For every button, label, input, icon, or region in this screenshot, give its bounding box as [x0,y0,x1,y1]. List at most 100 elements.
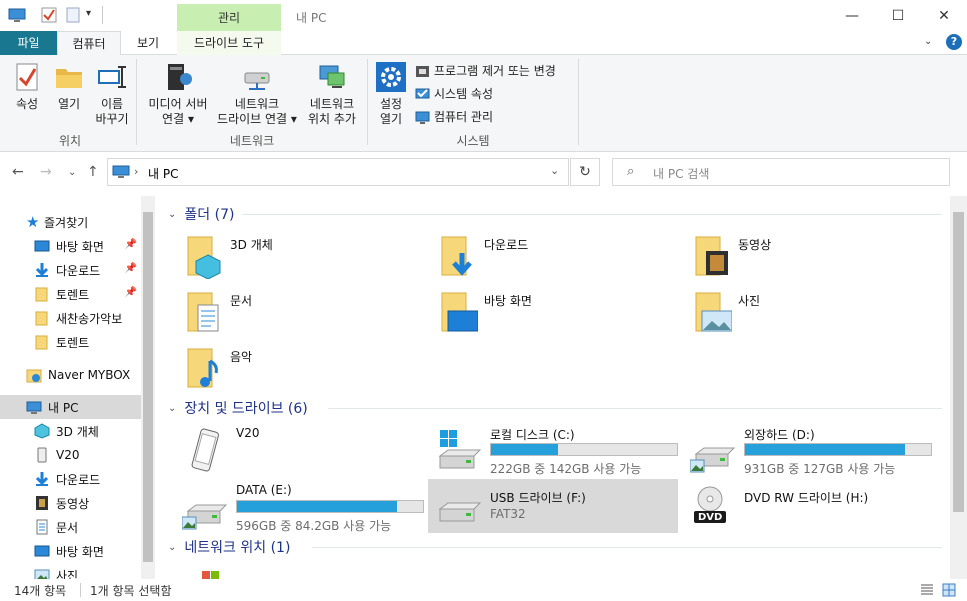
ribbon-collapse-chevron-icon[interactable]: ⌄ [924,36,932,47]
folder-music[interactable]: 음악 [184,342,434,396]
computer-icon[interactable] [8,6,26,24]
section-divider [242,214,942,215]
sidebar-item-desktop-pinned[interactable]: 바탕 화면 📌 [0,234,141,258]
breadcrumb-chevron-icon[interactable]: › [134,165,138,178]
document-icon [36,519,48,535]
window-title: 내 PC [296,11,327,25]
device-v20[interactable]: V20 [178,422,428,476]
details-view-icon[interactable] [920,583,934,597]
folder-downloads[interactable]: 다운로드 [438,230,688,284]
folder-3d-objects[interactable]: 3D 개체 [184,230,434,284]
content-scrollbar-thumb[interactable] [953,212,964,512]
sidebar-item-pictures[interactable]: 사진 [0,563,141,579]
close-button[interactable]: ✕ [921,0,967,31]
sidebar-item-downloads[interactable]: 다운로드 [0,467,141,491]
sidebar-item-v20[interactable]: V20 [0,443,141,467]
large-icons-view-icon[interactable] [942,583,956,597]
rename-button[interactable]: 이름 바꾸기 [92,61,132,127]
sidebar-item-label: 토렌트 [56,287,90,302]
folder-desktop[interactable]: 바탕 화면 [438,286,688,340]
system-properties-button[interactable]: 시스템 속성 [415,85,493,103]
drive-name: DVD RW 드라이브 (H:) [744,491,869,505]
breadcrumb[interactable]: 내 PC [148,165,178,182]
chevron-down-icon: ⌄ [168,541,177,553]
desktop-icon [34,545,50,557]
cube-icon [34,423,50,439]
drive-e[interactable]: DATA (E:) 596GB 중 84.2GB 사용 가능 [178,479,428,533]
help-icon[interactable]: ? [946,34,962,50]
add-location-label-line1: 네트워크 [309,97,355,111]
new-folder-icon[interactable] [64,6,82,24]
up-arrow-icon[interactable]: ↑ [87,164,99,180]
documents-folder-icon [187,292,219,332]
section-header-folders[interactable]: ⌄ 폴더 (7) [168,204,234,224]
drive-d[interactable]: 외장하드 (D:) 931GB 중 127GB 사용 가능 [686,422,936,476]
sidebar-item-downloads-pinned[interactable]: 다운로드 📌 [0,258,141,282]
sidebar-scrollbar-thumb[interactable] [143,212,153,562]
tab-file[interactable]: 파일 [0,31,57,55]
search-input[interactable]: ⌕ 내 PC 검색 [612,158,950,186]
back-arrow-icon[interactable]: ← [12,164,24,180]
contextual-tab-title: 관리 [217,11,241,25]
3d-objects-folder-icon [187,236,221,279]
drive-f-selected[interactable]: USB 드라이브 (F:) FAT32 [428,479,678,533]
open-folder-icon [56,69,82,88]
computer-management-button[interactable]: 컴퓨터 관리 [415,108,493,126]
section-header-network[interactable]: ⌄ 네트워크 위치 (1) [168,537,290,557]
drive-h[interactable]: DVD DVD RW 드라이브 (H:) [686,479,936,533]
drive-usage-fill [491,444,558,455]
open-settings-button[interactable]: 설정 열기 [372,61,410,127]
address-history-chevron-icon[interactable]: ⌄ [550,164,559,177]
sidebar-item-hymn-scores[interactable]: 새찬송가악보 [0,306,141,330]
drive-c[interactable]: 로컬 디스크 (C:) 222GB 중 142GB 사용 가능 [432,422,682,476]
sidebar-item-desktop[interactable]: 바탕 화면 [0,539,141,563]
data-drive-icon [182,504,228,530]
sidebar-item-3d-objects[interactable]: 3D 개체 [0,419,141,443]
pin-icon[interactable]: 📌 [125,239,137,250]
sidebar-item-label: 동영상 [56,496,90,511]
sidebar-item-documents[interactable]: 문서 [0,515,141,539]
open-button[interactable]: 열기 [50,61,88,112]
network-location-icon [319,65,345,88]
sidebar-item-torrent-pinned[interactable]: 토렌트 📌 [0,282,141,306]
system-properties-icon [415,88,430,98]
sidebar-item-this-pc[interactable]: 내 PC [0,395,141,419]
sidebar-item-quick-access[interactable]: ★ 즐겨찾기 [0,210,141,234]
customize-qat-chevron-icon[interactable]: ▾ [86,8,91,19]
address-bar[interactable]: › 내 PC ⌄ [107,158,569,186]
properties-button[interactable]: 속성 [6,61,48,112]
phone-icon [37,447,47,463]
section-header-devices[interactable]: ⌄ 장치 및 드라이브 (6) [168,398,308,418]
pin-icon[interactable]: 📌 [125,263,137,274]
add-network-location-button[interactable]: 네트워크 위치 추가 [302,61,362,127]
map-network-drive-button[interactable]: 네트워크 드라이브 연결 ▾ [214,61,300,127]
map-drive-label-line2: 드라이브 연결 [217,112,288,126]
tab-view[interactable]: 보기 [121,31,175,55]
forward-arrow-icon[interactable]: → [40,164,52,180]
ribbon: 속성 열기 이름 바꾸기 위치 미디어 서버 연결 ▾ 네트워크 드라이브 연결… [0,55,967,152]
folder-documents[interactable]: 문서 [184,286,434,340]
tab-drive-tools[interactable]: 드라이브 도구 [177,31,281,55]
folder-label: 음악 [230,350,253,364]
download-arrow-icon [35,263,49,277]
sidebar-item-label: 즐겨찾기 [44,215,89,230]
system-properties-label: 시스템 속성 [434,87,494,101]
properties-check-icon [16,63,38,91]
minimize-button[interactable]: — [829,0,875,31]
folder-videos[interactable]: 동영상 [692,230,942,284]
sidebar-item-naver-mybox[interactable]: Naver MYBOX [0,363,141,387]
sidebar-item-torrent[interactable]: 토렌트 [0,330,141,354]
pin-icon[interactable]: 📌 [125,287,137,298]
properties-check-icon[interactable] [40,6,58,24]
media-server-button[interactable]: 미디어 서버 연결 ▾ [143,61,213,127]
uninstall-program-button[interactable]: 프로그램 제거 또는 변경 [415,62,556,80]
properties-label: 속성 [15,97,39,111]
tab-computer[interactable]: 컴퓨터 [57,31,121,56]
refresh-icon[interactable]: ↻ [570,158,600,186]
maximize-button[interactable]: ☐ [875,0,921,31]
sidebar-item-videos[interactable]: 동영상 [0,491,141,515]
recent-locations-chevron-icon[interactable]: ⌄ [68,167,76,178]
network-location-icon[interactable] [200,570,220,579]
folder-pictures[interactable]: 사진 [692,286,942,340]
rename-icon [98,66,126,88]
